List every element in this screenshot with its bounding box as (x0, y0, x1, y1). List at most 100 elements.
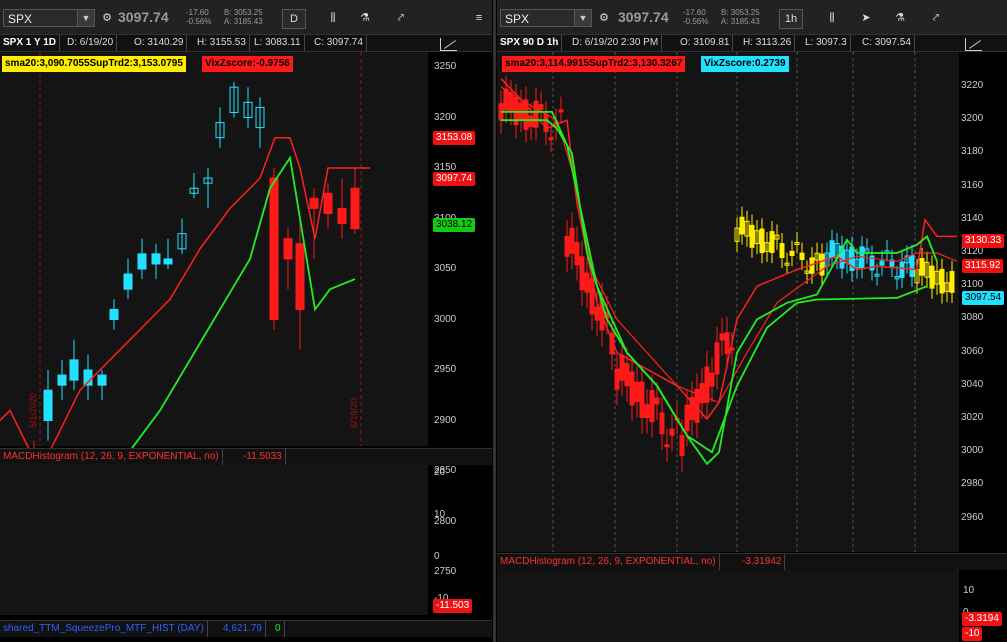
left-price-tick: 2750 (434, 566, 457, 577)
left-macd-plot (0, 465, 428, 615)
left-candle (123, 273, 133, 290)
left-macd-label[interactable]: MACDHistogram (12, 26, 9, EXPONENTIAL, n… (0, 449, 223, 465)
right-price-tick: 3160 (961, 179, 984, 191)
right-candle (899, 261, 905, 278)
right-candle (528, 115, 534, 128)
right-candle (644, 404, 650, 419)
right-price-tick: 3020 (961, 412, 984, 423)
left-price-tick: 3050 (434, 263, 457, 274)
left-candle (350, 187, 360, 230)
right-sma-line (501, 111, 928, 454)
right-last-badge: 3115.92 (962, 259, 1004, 273)
left-squeeze-zero: 0 (272, 621, 285, 637)
right-price-tick: 3060 (961, 345, 984, 357)
right-sma-line (501, 119, 938, 466)
right-candle (659, 412, 665, 435)
left-last-badge: 3097.74 (433, 172, 476, 186)
right-candle (939, 268, 945, 294)
right-candle (639, 381, 645, 418)
left-candle (151, 253, 161, 265)
right-candle (649, 390, 655, 423)
right-macd-label[interactable]: MACDHistogram (12, 26, 9, EXPONENTIAL, n… (497, 554, 720, 570)
right-candle (749, 224, 755, 248)
right-candle (739, 216, 745, 235)
right-price-tick: 3000 (961, 445, 984, 457)
right-candle (629, 371, 635, 406)
right-candle (569, 227, 575, 254)
right-candle (709, 372, 715, 387)
right-candle (779, 243, 785, 258)
right-candle (503, 88, 509, 111)
right-price-tick: 3040 (961, 378, 984, 390)
left-candle (109, 308, 119, 320)
right-price-tick: 2960 (961, 511, 984, 523)
right-candle (909, 254, 915, 277)
right-candle (759, 228, 765, 254)
right-candle (619, 354, 625, 381)
right-candle (719, 333, 725, 341)
left-macd-tick: 0 (434, 551, 440, 562)
right-candle (558, 109, 564, 113)
left-squeeze-value: 4,621.79 (220, 621, 266, 637)
right-candle (684, 404, 690, 431)
left-candle (337, 207, 347, 225)
right-price-tick: 3200 (961, 113, 984, 125)
right-candle (624, 363, 630, 387)
pane-divider[interactable] (493, 0, 496, 642)
right-macd-badge-low: -10 (962, 627, 983, 641)
left-candle (309, 197, 319, 209)
right-price-tick: 3220 (961, 80, 984, 91)
right-study-label-sma: sma20:3,114.9915SupTrd2:3,130.3267 (502, 56, 686, 72)
right-chart-pane: SPX ▼ ⚙ 3097.74 -17.60 -0.56% B: 3053.25… (497, 0, 1007, 642)
right-candle (654, 397, 660, 405)
right-price-tick: 3100 (961, 279, 984, 291)
right-price-tick: 3080 (961, 312, 984, 324)
left-candle (43, 389, 53, 422)
right-candle (564, 235, 570, 257)
right-price-tick: 3180 (961, 146, 984, 158)
right-macd-value: -3.31942 (739, 554, 786, 570)
right-close-badge: 3097.54 (962, 291, 1005, 305)
right-candle (879, 260, 885, 266)
right-candle (929, 265, 935, 289)
left-date-label: 5/1/2020 (28, 393, 38, 428)
right-study-label-vix: VixZscore:0.2739 (701, 56, 789, 72)
left-candle (57, 374, 67, 386)
left-date-label: 6/19/20 (349, 398, 359, 428)
right-candle (724, 332, 730, 354)
left-candle (137, 253, 147, 270)
right-price-tick: 3140 (961, 212, 984, 224)
left-price-tick: 3000 (434, 313, 457, 325)
right-macd-badge: -3.3194 (962, 612, 1002, 626)
right-candle (614, 368, 620, 390)
left-candle (97, 374, 107, 386)
left-price-tick: 2900 (434, 414, 457, 426)
right-macd-tick: 10 (963, 585, 975, 596)
left-candle (163, 258, 173, 265)
right-candle (548, 137, 554, 141)
right-macd-plot (497, 570, 959, 642)
right-candle (584, 272, 590, 293)
left-macd-header: MACDHistogram (12, 26, 9, EXPONENTIAL, n… (0, 448, 492, 465)
left-macd-value: -11.5033 (240, 449, 286, 465)
right-candle (579, 256, 585, 291)
left-study-label-vix: VixZscore:-0.9756 (202, 56, 293, 72)
left-price-tick: 3200 (434, 111, 457, 123)
right-candle (789, 250, 795, 256)
left-candle (323, 192, 333, 214)
left-candle (269, 177, 279, 320)
left-squeeze-label[interactable]: shared_TTM_SqueezePro_MTF_HIST (DAY) (0, 621, 208, 637)
right-candle (819, 253, 825, 276)
left-chart-pane: SPX ▼ ⚙ 3097.74 -17.60 -0.56% B: 3053.25… (0, 0, 492, 642)
right-price-chart (498, 52, 959, 617)
left-candle (295, 243, 305, 310)
left-candle (69, 359, 79, 381)
left-macd-tick: 20 (434, 467, 446, 478)
right-candle (699, 383, 705, 404)
right-candle (679, 435, 685, 457)
right-candle (829, 240, 835, 258)
right-macd-header: MACDHistogram (12, 26, 9, EXPONENTIAL, n… (497, 553, 1007, 570)
left-price-tick: 2950 (434, 364, 457, 375)
right-candle (949, 271, 955, 293)
right-sma-badge: 3130.33 (962, 234, 1005, 248)
